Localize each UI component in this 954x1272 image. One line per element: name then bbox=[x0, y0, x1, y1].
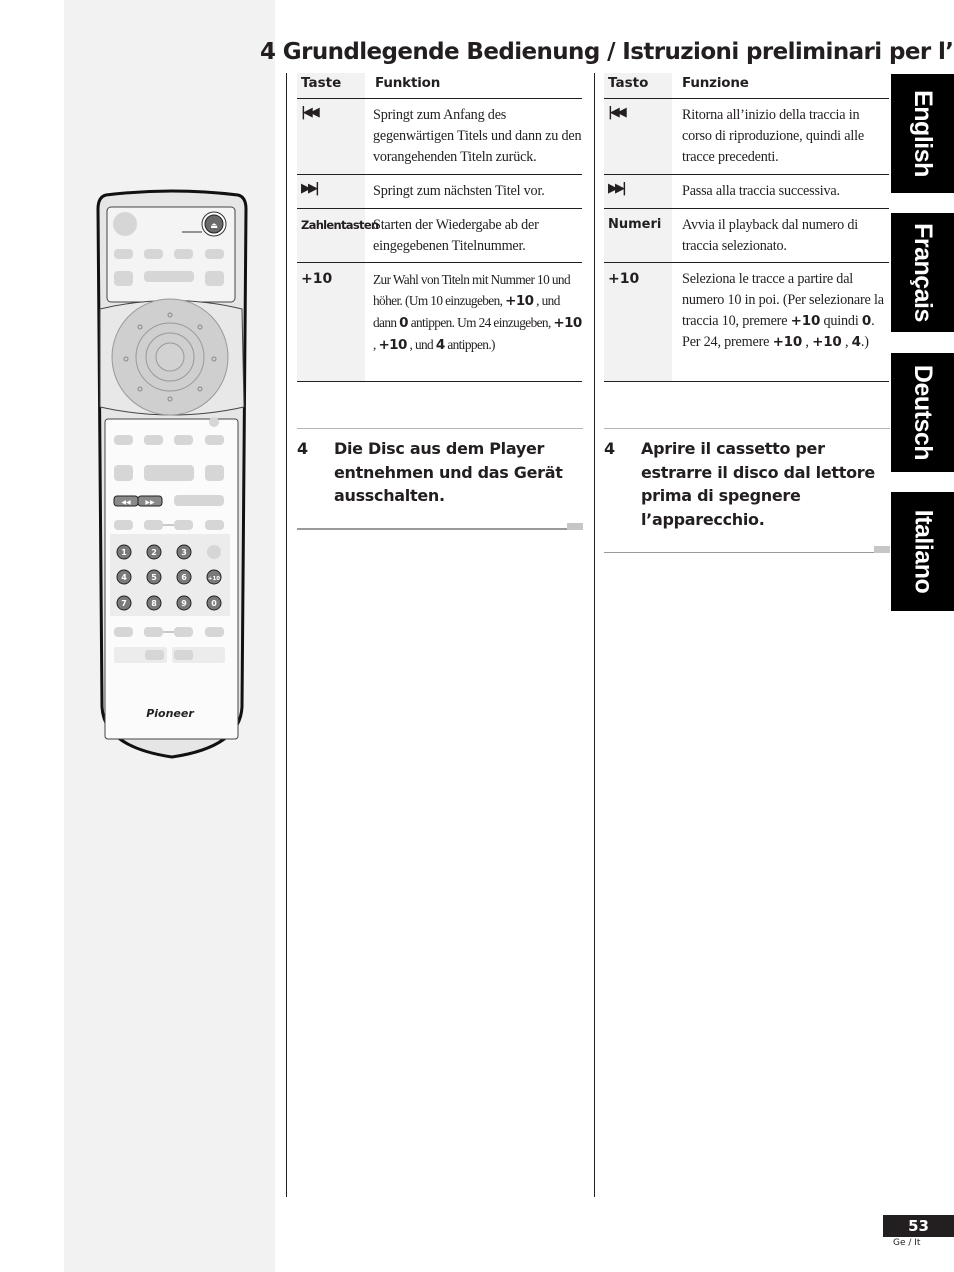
next-track-icon: ▶▶| bbox=[301, 181, 320, 196]
remote-number-key-label: 9 bbox=[181, 599, 187, 608]
step-text: Die Disc aus dem Player entnehmen und da… bbox=[334, 439, 563, 505]
tab-english[interactable]: English bbox=[891, 74, 954, 193]
svg-text:⏏: ⏏ bbox=[210, 221, 218, 230]
row-key: Numeri bbox=[608, 217, 662, 232]
row-description: Ritorna all’inizio della traccia in cors… bbox=[682, 107, 864, 165]
key-reference: 0 bbox=[861, 313, 872, 329]
remote-number-key-label: 4 bbox=[121, 573, 127, 582]
remote-control-illustration: ⏏ ◀◀ ▶▶ 1 2 3 4 5 6 +10 7 8 9 0 Pioneer bbox=[92, 187, 252, 762]
remote-power-button bbox=[113, 212, 137, 236]
key-reference: +10 bbox=[772, 334, 803, 350]
header-function: Funzione bbox=[682, 75, 749, 91]
table-row: ▶▶| Springt zum nächsten Titel vor. bbox=[297, 175, 582, 209]
german-key-table: Taste Funktion |◀◀ Springt zum Anfang de… bbox=[297, 73, 582, 382]
text-run: , bbox=[802, 334, 813, 350]
page-title: 4 Grundlegende Bedienung / Istruzioni pr… bbox=[260, 39, 954, 66]
table-row: Numeri Avvia il playback dal numero di t… bbox=[604, 209, 889, 263]
svg-text:▶▶: ▶▶ bbox=[145, 499, 155, 506]
row-key: +10 bbox=[301, 271, 333, 287]
remote-number-key-label: 0 bbox=[211, 599, 217, 608]
italian-key-table: Tasto Funzione |◀◀ Ritorna all’inizio de… bbox=[604, 73, 889, 382]
italian-step-4: 4 Aprire il cassetto per estrarre il dis… bbox=[604, 428, 890, 553]
previous-track-icon: |◀◀ bbox=[608, 105, 627, 120]
remote-number-key bbox=[207, 545, 221, 559]
remote-brand-logo: Pioneer bbox=[146, 707, 194, 720]
table-row: |◀◀ Ritorna all’inizio della traccia in … bbox=[604, 99, 889, 175]
table-header: Tasto Funzione bbox=[604, 73, 889, 99]
tab-francais[interactable]: Français bbox=[891, 213, 954, 332]
step-number: 4 bbox=[297, 439, 308, 458]
key-reference: +10 bbox=[812, 334, 842, 350]
row-description: Zur Wahl von Titeln mit Nummer 10 und hö… bbox=[369, 269, 582, 381]
remote-number-key-label: 3 bbox=[181, 548, 187, 557]
next-track-icon: ▶▶| bbox=[608, 181, 627, 196]
table-row: +10 Zur Wahl von Titeln mit Nummer 10 un… bbox=[297, 263, 582, 382]
tab-deutsch[interactable]: Deutsch bbox=[891, 353, 954, 472]
text-run: antippen.) bbox=[444, 337, 495, 352]
key-reference: 4 bbox=[851, 334, 861, 350]
row-description: Springt zum nächsten Titel vor. bbox=[373, 183, 545, 199]
text-run: .) bbox=[860, 334, 869, 350]
row-description: Passa alla traccia successiva. bbox=[682, 183, 840, 199]
step-text: Aprire il cassetto per estrarre il disco… bbox=[641, 439, 875, 529]
row-description: Starten der Wiedergabe ab der eingegeben… bbox=[373, 217, 539, 254]
page-number: 53 bbox=[883, 1215, 954, 1237]
previous-track-icon: |◀◀ bbox=[301, 105, 320, 120]
text-run: antippen. Um 24 einzugeben, bbox=[407, 315, 554, 330]
key-reference: +10 bbox=[790, 313, 821, 329]
row-description: Seleziona le tracce a partire dal numero… bbox=[676, 269, 889, 381]
step-number: 4 bbox=[604, 439, 615, 458]
key-reference: +10 bbox=[553, 315, 582, 331]
header-function: Funktion bbox=[375, 75, 441, 91]
key-reference: 4 bbox=[435, 337, 445, 353]
row-description: Avvia il playback dal numero di traccia … bbox=[682, 217, 858, 254]
svg-text:◀◀: ◀◀ bbox=[121, 499, 131, 506]
header-key: Taste bbox=[301, 75, 342, 91]
key-reference: +10 bbox=[378, 337, 407, 353]
column-rule-middle bbox=[594, 73, 595, 1197]
header-key: Tasto bbox=[608, 75, 649, 91]
remote-number-key-label: 7 bbox=[121, 599, 127, 608]
row-key: +10 bbox=[608, 271, 640, 287]
text-run: , bbox=[841, 334, 852, 350]
table-row: ▶▶| Passa alla traccia successiva. bbox=[604, 175, 889, 209]
row-description: Springt zum Anfang des gegenwärtigen Tit… bbox=[373, 107, 582, 165]
column-rule-left bbox=[286, 73, 287, 1197]
remote-number-key-label: 5 bbox=[151, 573, 157, 582]
remote-number-key-label: +10 bbox=[208, 576, 220, 582]
row-key: Zahlentasten bbox=[301, 218, 379, 232]
text-run: , und bbox=[406, 337, 436, 352]
remote-number-key-label: 2 bbox=[151, 548, 157, 557]
text-run: quindi bbox=[820, 313, 862, 329]
remote-number-key-label: 6 bbox=[181, 573, 187, 582]
key-reference: 0 bbox=[399, 315, 408, 331]
table-row: Zahlentasten Starten der Wiedergabe ab d… bbox=[297, 209, 582, 263]
table-row: |◀◀ Springt zum Anfang des gegenwärtigen… bbox=[297, 99, 582, 175]
table-header: Taste Funktion bbox=[297, 73, 582, 99]
remote-number-key-label: 1 bbox=[121, 548, 127, 557]
remote-number-key-label: 8 bbox=[151, 599, 157, 608]
german-step-4: 4 Die Disc aus dem Player entnehmen und … bbox=[297, 428, 583, 530]
key-reference: +10 bbox=[505, 293, 534, 309]
language-code: Ge / It bbox=[893, 1238, 921, 1248]
table-row: +10 Seleziona le tracce a partire dal nu… bbox=[604, 263, 889, 382]
remote-enter-button bbox=[155, 342, 185, 372]
tab-italiano[interactable]: Italiano bbox=[891, 492, 954, 611]
